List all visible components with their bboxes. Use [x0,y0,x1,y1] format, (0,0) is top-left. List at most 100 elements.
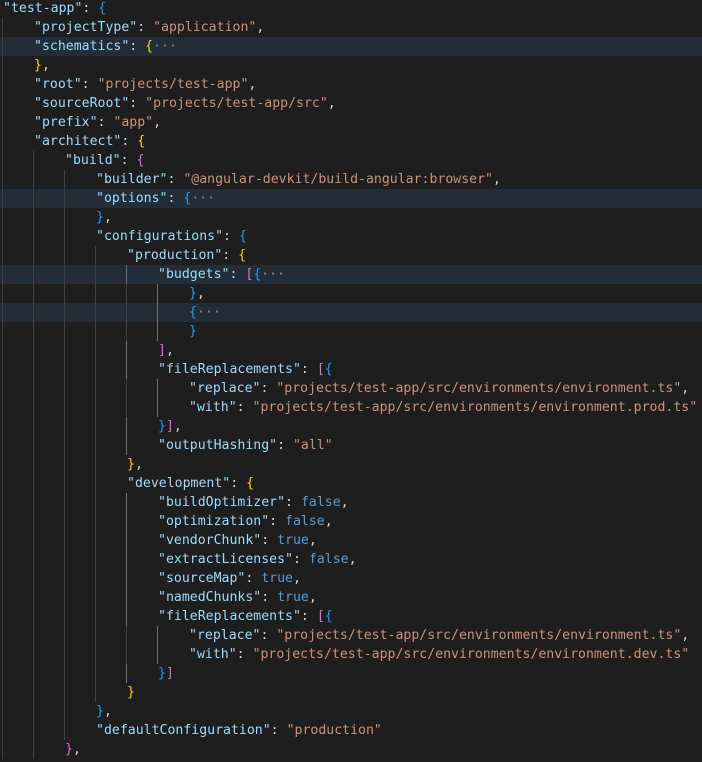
code-text: }, [96,208,112,227]
code-line[interactable]: "architect": { [0,132,702,151]
indent-guide [33,398,34,417]
code-line[interactable]: "replace": "projects/test-app/src/enviro… [0,626,702,645]
code-line[interactable]: "prefix": "app", [0,113,702,132]
indent-guide [33,588,34,607]
indent-guide [95,550,96,569]
indent-guide [64,550,65,569]
code-text: "extractLicenses": false, [158,550,357,569]
code-line[interactable]: "vendorChunk": true, [0,531,702,550]
indent-guide [64,341,65,360]
code-line[interactable]: "defaultConfiguration": "production" [0,721,702,740]
code-line[interactable]: }, [0,455,702,474]
indent-guide [95,588,96,607]
indent-guide [95,265,96,284]
code-line[interactable]: "buildOptimizer": false, [0,493,702,512]
code-line[interactable]: "sourceRoot": "projects/test-app/src", [0,94,702,113]
indent-guide [157,322,158,341]
indent-guide [33,626,34,645]
indent-guide [95,341,96,360]
code-line[interactable]: }, [0,56,702,75]
code-line[interactable]: }, [0,208,702,227]
code-line[interactable]: }], [0,417,702,436]
code-editor[interactable]: "test-app": {"projectType": "application… [0,0,702,762]
code-line[interactable]: "namedChunks": true, [0,588,702,607]
code-line[interactable]: "build": { [0,151,702,170]
folded-code-line[interactable]: {··· [0,303,702,322]
bracket: { [145,39,154,54]
fold-ellipsis[interactable]: ··· [197,305,221,320]
code-line[interactable]: "optimization": false, [0,512,702,531]
indent-guide [126,341,127,360]
code-line[interactable]: }] [0,664,702,683]
json-key: "prefix" [34,115,98,130]
code-line[interactable]: } [0,683,702,702]
indent-guide [33,455,34,474]
code-line[interactable]: "extractLicenses": false, [0,550,702,569]
punctuation: : [269,514,286,529]
fold-ellipsis[interactable]: ··· [153,39,177,54]
code-line[interactable]: "root": "projects/test-app", [0,75,702,94]
fold-ellipsis[interactable]: ··· [191,191,215,206]
folded-code-line[interactable]: "budgets": [{··· [0,265,702,284]
punctuation: , [493,172,501,187]
punctuation: : [121,134,138,149]
code-line[interactable]: "with": "projects/test-app/src/environme… [0,398,702,417]
code-line[interactable]: "development": { [0,474,702,493]
code-line[interactable]: "outputHashing": "all" [0,436,702,455]
indent-guide [95,645,96,664]
indent-guide [64,322,65,341]
bracket: { [324,609,333,624]
json-key: "root" [34,77,82,92]
indent-guide [64,436,65,455]
indent-guide [2,113,3,132]
code-line[interactable]: } [0,322,702,341]
fold-ellipsis[interactable]: ··· [261,267,285,282]
bracket: } [65,742,73,757]
indent-guide [2,379,3,398]
code-line[interactable]: }, [0,702,702,721]
code-text: "buildOptimizer": false, [158,493,349,512]
indent-guide [33,645,34,664]
code-line[interactable]: "fileReplacements": [{ [0,360,702,379]
indent-guide [2,360,3,379]
punctuation: : [222,248,239,263]
indent-guide [95,455,96,474]
code-line[interactable]: }, [0,740,702,759]
code-line[interactable]: "replace": "projects/test-app/src/enviro… [0,379,702,398]
punctuation: , [340,495,349,510]
code-line[interactable]: "builder": "@angular-devkit/build-angula… [0,170,702,189]
indent-guide [33,683,34,702]
bracket: ] [158,343,166,358]
folded-code-line[interactable]: "options": {··· [0,189,702,208]
code-line[interactable]: ], [0,341,702,360]
code-line[interactable]: "test-app": { [0,0,702,18]
folded-code-line[interactable]: "schematics": {··· [0,37,702,56]
code-line[interactable]: "with": "projects/test-app/src/environme… [0,645,702,664]
indent-guide [126,398,127,417]
indent-guide [95,417,96,436]
bracket: { [137,134,146,149]
indent-guide [64,398,65,417]
indent-guide [33,702,34,721]
punctuation: : [261,590,278,605]
indent-guide [95,626,96,645]
punctuation: : [261,533,278,548]
indent-guide [2,493,3,512]
indent-guide [64,379,65,398]
json-key: "projectType" [34,20,138,35]
indent-guide [64,474,65,493]
indent-guide [2,303,3,322]
boolean-value: false [300,495,341,510]
code-line[interactable]: "projectType": "application", [0,18,702,37]
indent-guide [95,512,96,531]
code-text: }] [158,664,174,683]
code-line[interactable]: "sourceMap": true, [0,569,702,588]
code-line[interactable]: "fileReplacements": [{ [0,607,702,626]
code-line[interactable]: "configurations": { [0,227,702,246]
punctuation: : [260,381,277,396]
code-line[interactable]: }, [0,284,702,303]
punctuation: , [348,552,357,567]
punctuation: , [153,115,162,130]
code-line[interactable]: "production": { [0,246,702,265]
indent-guide [95,683,96,702]
